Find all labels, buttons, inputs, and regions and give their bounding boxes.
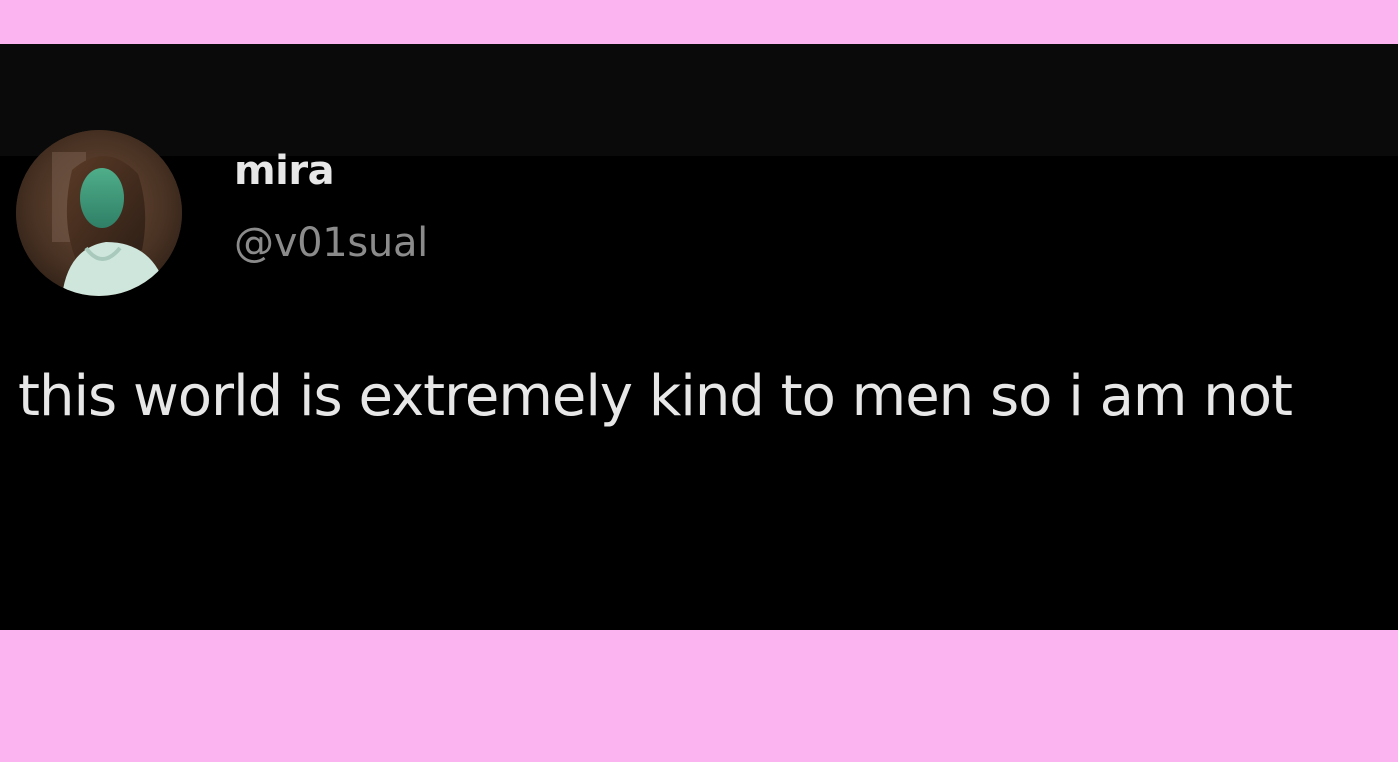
post-card bbox=[0, 44, 1398, 630]
avatar[interactable] bbox=[16, 130, 182, 296]
avatar-photo-icon bbox=[16, 130, 182, 296]
top-pink-border bbox=[0, 0, 1398, 44]
author-display-name[interactable]: mira bbox=[234, 146, 335, 196]
bottom-pink-border bbox=[0, 630, 1398, 762]
post-text: this world is extremely kind to men so i… bbox=[18, 364, 1293, 429]
header-strip bbox=[0, 44, 1398, 156]
author-handle[interactable]: @v01sual bbox=[234, 218, 428, 268]
